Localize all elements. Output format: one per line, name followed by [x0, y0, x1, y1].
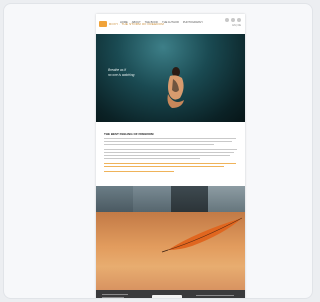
- preview-card[interactable]: ROXY · THE STORM OF FREEDOM HOME ABOUT T…: [3, 3, 313, 299]
- feature-photo: [96, 212, 245, 290]
- logo-icon: [99, 21, 107, 27]
- paragraph-line: [104, 152, 234, 154]
- nav-item-book[interactable]: THE BOOK: [145, 21, 158, 24]
- article-section: THE BEST FEELING OF FREEDOM: [96, 122, 245, 184]
- nav-item-author[interactable]: THE AUTHOR: [162, 21, 179, 24]
- nav-item-home[interactable]: HOME: [120, 21, 128, 24]
- paragraph-line: [104, 141, 232, 143]
- hero-banner: Breathe as if no one is watching: [96, 34, 245, 122]
- paragraph-line: [104, 138, 236, 140]
- site-footer: [96, 290, 245, 299]
- gallery-thumbnail[interactable]: [170, 186, 208, 212]
- social-icon[interactable]: [231, 18, 235, 22]
- main-nav: HOME ABOUT THE BOOK THE AUTHOR PHOTOGRAP…: [120, 21, 203, 24]
- site-header: ROXY · THE STORM OF FREEDOM HOME ABOUT T…: [96, 14, 245, 34]
- gallery-thumbnail[interactable]: [133, 186, 171, 212]
- footer-text: [196, 295, 234, 297]
- paragraph-line: [104, 144, 214, 146]
- footer-text: [102, 294, 128, 296]
- gallery-thumbnail[interactable]: [96, 186, 134, 212]
- social-icon[interactable]: [237, 18, 241, 22]
- hero-caption: Breathe as if no one is watching: [108, 68, 134, 78]
- footer-search-input[interactable]: [152, 295, 182, 298]
- hero-caption-line: no one is watching: [108, 73, 135, 77]
- article-title: THE BEST FEELING OF FREEDOM: [104, 132, 154, 136]
- diver-figure: [167, 67, 184, 108]
- footer-text: [102, 297, 124, 298]
- highlight-line[interactable]: [104, 163, 236, 165]
- website-screenshot[interactable]: ROXY · THE STORM OF FREEDOM HOME ABOUT T…: [96, 14, 245, 299]
- photo-gallery: [96, 186, 245, 212]
- paragraph-line: [104, 149, 237, 151]
- paragraph-line: [104, 158, 200, 160]
- gallery-thumbnail[interactable]: [207, 186, 245, 212]
- language-switch[interactable]: EN | DE: [232, 24, 241, 27]
- social-links: [225, 18, 241, 22]
- paragraph-line: [104, 155, 230, 157]
- footer-text: [196, 298, 226, 299]
- highlight-line[interactable]: [104, 166, 224, 168]
- nav-item-photography[interactable]: PHOTOGRAPHY: [183, 21, 203, 24]
- feather-icon: [161, 217, 243, 253]
- nav-item-about[interactable]: ABOUT: [132, 21, 141, 24]
- read-more-link[interactable]: [104, 171, 174, 173]
- social-icon[interactable]: [225, 18, 229, 22]
